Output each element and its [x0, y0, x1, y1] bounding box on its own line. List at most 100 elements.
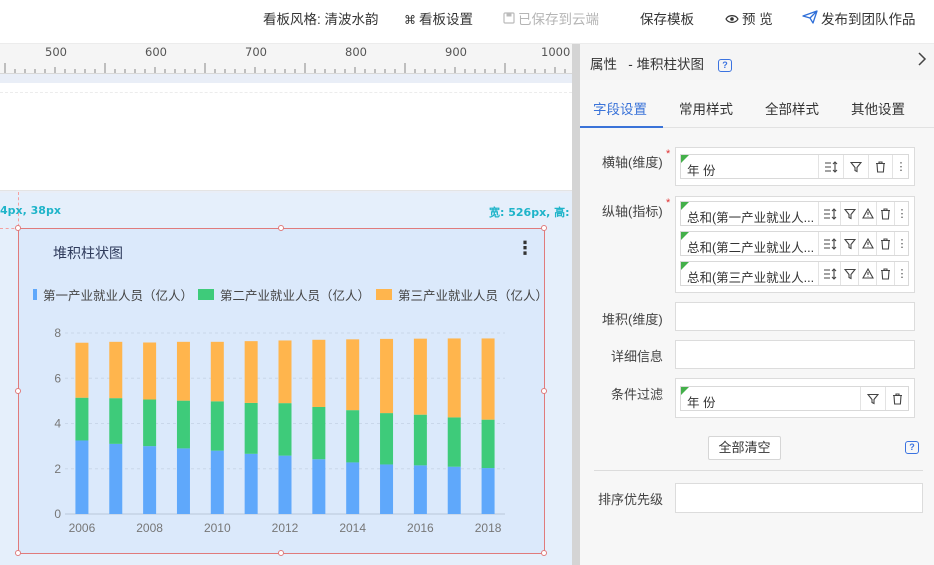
y-axis-field-chip[interactable]: 总和(第二产业就业人... ⋮ [680, 231, 909, 256]
board-settings-button[interactable]: ⌘ 看板设置 [404, 10, 473, 30]
bar-segment[interactable] [244, 453, 258, 514]
bar-segment[interactable] [109, 398, 123, 444]
bar-segment[interactable] [413, 465, 427, 514]
sort-icon[interactable] [818, 155, 843, 178]
resize-handle[interactable] [541, 225, 547, 231]
clear-all-button[interactable]: 全部清空 [708, 436, 781, 460]
warning-icon[interactable] [858, 202, 876, 225]
sort-priority-dropzone[interactable] [675, 483, 923, 513]
bar-segment[interactable] [447, 338, 461, 418]
warning-icon[interactable] [858, 262, 876, 285]
editor-canvas[interactable]: 500 600 700 800 900 1000 4px, 38px 宽: 52… [0, 44, 572, 565]
ruler-label: 700 [245, 45, 267, 59]
panel-title: 属性 - 堆积柱状图? [590, 53, 732, 73]
detail-info-dropzone[interactable] [675, 340, 915, 369]
delete-icon[interactable] [876, 202, 894, 225]
bar-segment[interactable] [210, 450, 224, 514]
more-options-icon[interactable]: ⋮ [894, 202, 909, 225]
stack-dropzone[interactable] [675, 302, 915, 331]
bar-segment[interactable] [176, 448, 190, 514]
more-options-icon[interactable]: ⋮ [892, 155, 909, 178]
y-axis-field-chip[interactable]: 总和(第三产业就业人... ⋮ [680, 261, 909, 286]
bar-segment[interactable] [312, 406, 326, 460]
bar-segment[interactable] [447, 466, 461, 514]
resize-handle[interactable] [15, 388, 21, 394]
bar-segment[interactable] [312, 339, 326, 407]
filter-icon[interactable] [840, 232, 858, 255]
delete-icon[interactable] [868, 155, 892, 178]
bar-segment[interactable] [380, 338, 394, 414]
help-icon[interactable]: ? [718, 59, 732, 72]
publish-to-team-button[interactable]: 发布到团队作品 [802, 10, 916, 30]
bar-segment[interactable] [244, 341, 258, 403]
filter-dropzone[interactable]: 年 份 [675, 378, 915, 418]
bar-segment[interactable] [210, 401, 224, 451]
chip-label: 总和(第一产业就业人... [687, 211, 815, 225]
panel-splitter[interactable] [572, 44, 580, 565]
bar-segment[interactable] [143, 399, 157, 447]
bar-segment[interactable] [447, 417, 461, 467]
resize-handle[interactable] [541, 550, 547, 556]
filter-icon[interactable] [840, 262, 858, 285]
more-options-icon[interactable]: ⋮ [894, 262, 909, 285]
warning-icon[interactable] [858, 232, 876, 255]
preview-button[interactable]: 预 览 [725, 10, 773, 30]
resize-handle[interactable] [15, 550, 21, 556]
collapse-panel-icon[interactable] [917, 52, 927, 71]
resize-handle[interactable] [541, 388, 547, 394]
bar-segment[interactable] [346, 462, 360, 514]
more-options-icon[interactable]: ⋮ [894, 232, 909, 255]
bar-segment[interactable] [176, 341, 190, 401]
y-axis-field-chip[interactable]: 总和(第一产业就业人... ⋮ [680, 201, 909, 226]
sort-icon[interactable] [818, 262, 840, 285]
bar-segment[interactable] [312, 459, 326, 514]
y-axis-dropzone[interactable]: 总和(第一产业就业人... ⋮ 总和(第二产业就业人... ⋮ 总和(第三产业就… [675, 196, 915, 293]
bar-segment[interactable] [481, 419, 495, 469]
bar-segment[interactable] [109, 443, 123, 514]
bar-segment[interactable] [176, 400, 190, 449]
stacked-bar-chart-widget[interactable]: 堆积柱状图 ⋮ 第一产业就业人员（亿人） 第二产业就业人员（亿人） 第三产业就业… [15, 225, 547, 556]
delete-icon[interactable] [885, 387, 909, 410]
tab-common-styles[interactable]: 常用样式 [679, 98, 733, 118]
bar-segment[interactable] [143, 342, 157, 400]
bar-segment[interactable] [210, 341, 224, 402]
delete-icon[interactable] [876, 232, 894, 255]
bar-segment[interactable] [75, 440, 89, 514]
board-theme-label: 看板风格: 清波水韵 [263, 12, 379, 27]
bar-segment[interactable] [413, 414, 427, 466]
tab-other-settings[interactable]: 其他设置 [851, 98, 905, 118]
bar-segment[interactable] [278, 403, 292, 456]
help-icon[interactable]: ? [905, 441, 919, 454]
canvas-upper-block [0, 83, 572, 191]
tab-all-styles[interactable]: 全部样式 [765, 98, 819, 118]
bar-segment[interactable] [481, 468, 495, 514]
bar-segment[interactable] [380, 464, 394, 514]
resize-handle[interactable] [15, 225, 21, 231]
x-axis-field-chip[interactable]: 年 份 ⋮ [680, 154, 909, 179]
tab-field-settings[interactable]: 字段设置 [593, 98, 647, 118]
bar-segment[interactable] [75, 397, 89, 441]
bar-segment[interactable] [244, 402, 258, 454]
sort-icon[interactable] [818, 202, 840, 225]
bar-segment[interactable] [346, 339, 360, 411]
resize-handle[interactable] [278, 550, 284, 556]
board-theme-selector[interactable]: 看板风格: 清波水韵 [263, 10, 379, 30]
x-axis-dropzone[interactable]: 年 份 ⋮ [675, 147, 915, 186]
bar-segment[interactable] [380, 413, 394, 465]
delete-icon[interactable] [876, 262, 894, 285]
bar-segment[interactable] [481, 338, 495, 420]
bar-segment[interactable] [143, 446, 157, 514]
filter-field-chip[interactable]: 年 份 [680, 386, 909, 411]
filter-icon[interactable] [843, 155, 868, 178]
sort-icon[interactable] [818, 232, 840, 255]
resize-handle[interactable] [278, 225, 284, 231]
filter-icon[interactable] [840, 202, 858, 225]
bar-segment[interactable] [413, 338, 427, 415]
bar-segment[interactable] [75, 342, 89, 398]
bar-segment[interactable] [278, 340, 292, 404]
filter-icon[interactable] [860, 387, 885, 410]
bar-segment[interactable] [109, 341, 123, 399]
bar-segment[interactable] [278, 455, 292, 514]
save-template-button[interactable]: 保存模板 [640, 10, 694, 30]
bar-segment[interactable] [346, 410, 360, 463]
